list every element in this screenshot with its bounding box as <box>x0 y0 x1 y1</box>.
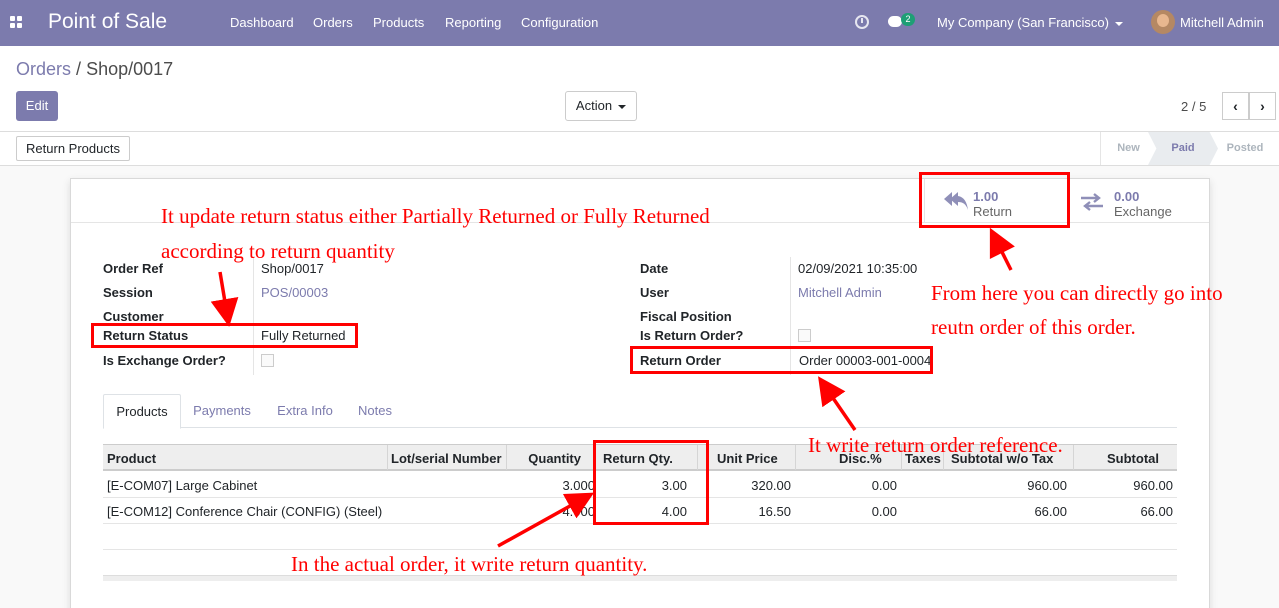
state-new[interactable]: New <box>1100 132 1156 165</box>
is-exchange-label: Is Exchange Order? <box>103 353 226 368</box>
status-bar: Return Products New Paid Posted <box>0 132 1279 166</box>
action-dropdown[interactable]: Action <box>565 91 637 121</box>
menu-orders[interactable]: Orders <box>313 15 353 30</box>
chat-count-badge: 2 <box>901 13 915 26</box>
action-label: Action <box>575 98 613 113</box>
user-label: User <box>640 285 669 300</box>
company-switcher[interactable]: My Company (San Francisco) <box>937 15 1123 30</box>
annotation-ref-note: It write return order reference. <box>808 433 1063 457</box>
avatar[interactable] <box>1151 10 1175 34</box>
breadcrumb-separator: / <box>76 59 82 79</box>
state-paid[interactable]: Paid <box>1148 132 1218 165</box>
company-name: My Company (San Francisco) <box>937 15 1109 30</box>
annotation-box-return-status <box>91 323 358 348</box>
top-navbar: Point of Sale Dashboard Orders Products … <box>0 0 1279 46</box>
fiscal-position-label: Fiscal Position <box>640 309 732 324</box>
cell-unit-price: 16.50 <box>758 504 791 519</box>
chevron-down-icon <box>618 104 627 109</box>
session-label: Session <box>103 285 153 300</box>
chevron-down-icon <box>1114 21 1123 26</box>
activity-clock-icon[interactable] <box>855 15 869 29</box>
control-panel: Orders / Shop/0017 Edit Action 2 / 5 ‹ › <box>0 46 1279 132</box>
tab-products[interactable]: Products <box>103 394 181 429</box>
notebook-tabs: Products Payments Extra Info Notes <box>103 394 1177 429</box>
is-exchange-checkbox[interactable] <box>261 354 274 367</box>
field-separator <box>253 257 254 375</box>
col-product[interactable]: Product <box>107 451 156 466</box>
user-link[interactable]: Mitchell Admin <box>798 285 882 300</box>
annotation-smart-line2: reutn order of this order. <box>931 315 1136 339</box>
session-link[interactable]: POS/00003 <box>261 285 328 300</box>
annotation-status-line2: according to return quantity <box>161 239 395 263</box>
apps-menu-icon[interactable] <box>10 16 23 29</box>
annotation-box-return-qty <box>593 440 709 525</box>
date-label: Date <box>640 261 669 276</box>
pager-previous-button[interactable]: ‹ <box>1222 92 1249 120</box>
empty-row <box>103 524 1177 550</box>
column-divider <box>1073 445 1074 470</box>
menu-reporting[interactable]: Reporting <box>445 15 501 30</box>
date-value: 02/09/2021 10:35:00 <box>798 261 918 276</box>
customer-label: Customer <box>103 309 164 324</box>
annotation-box-return-order <box>630 346 933 374</box>
column-divider <box>387 445 388 470</box>
cell-subtotal: 66.00 <box>1140 504 1173 519</box>
user-menu[interactable]: Mitchell Admin <box>1180 15 1264 30</box>
cell-subtotal-wo-tax: 960.00 <box>1027 478 1067 493</box>
cell-unit-price: 320.00 <box>751 478 791 493</box>
is-return-checkbox[interactable] <box>798 329 811 342</box>
exchange-smart-button[interactable]: 0.00 Exchange <box>1067 179 1210 223</box>
tab-extra-info[interactable]: Extra Info <box>267 394 343 428</box>
pager-value: 2 / 5 <box>1181 99 1207 114</box>
col-lot-serial[interactable]: Lot/serial Number <box>391 451 502 466</box>
state-posted[interactable]: Posted <box>1213 132 1277 165</box>
cell-subtotal: 960.00 <box>1133 478 1173 493</box>
pager-next-button[interactable]: › <box>1249 92 1276 120</box>
exchange-label: Exchange <box>1114 204 1172 219</box>
chat-icon[interactable] <box>888 16 902 27</box>
cell-product: [E-COM07] Large Cabinet <box>107 478 258 493</box>
exchange-icon <box>1081 193 1103 211</box>
is-return-label: Is Return Order? <box>640 328 744 343</box>
menu-configuration[interactable]: Configuration <box>521 15 598 30</box>
cell-subtotal-wo-tax: 66.00 <box>1034 504 1067 519</box>
annotation-box-return-button <box>919 172 1070 228</box>
cell-product: [E-COM12] Conference Chair (CONFIG) (Ste… <box>107 504 383 519</box>
exchange-count: 0.00 <box>1114 189 1140 204</box>
return-products-button[interactable]: Return Products <box>16 136 130 161</box>
cell-discount: 0.00 <box>871 478 897 493</box>
menu-dashboard[interactable]: Dashboard <box>230 15 294 30</box>
tab-payments[interactable]: Payments <box>183 394 261 428</box>
breadcrumb: Orders / Shop/0017 <box>16 59 173 80</box>
col-quantity[interactable]: Quantity <box>528 451 581 466</box>
annotation-status-line1: It update return status either Partially… <box>161 204 710 228</box>
col-subtotal[interactable]: Subtotal <box>1107 451 1159 466</box>
menu-products[interactable]: Products <box>373 15 424 30</box>
edit-button[interactable]: Edit <box>16 91 58 121</box>
col-unit-price[interactable]: Unit Price <box>717 451 778 466</box>
annotation-smart-line1: From here you can directly go into <box>931 281 1223 305</box>
annotation-qty-note: In the actual order, it write return qua… <box>291 552 648 576</box>
cell-quantity: 3.000 <box>562 478 595 493</box>
cell-discount: 0.00 <box>871 504 897 519</box>
order-ref-label: Order Ref <box>103 261 163 276</box>
column-divider <box>795 445 796 470</box>
column-divider <box>506 445 507 470</box>
tab-notes[interactable]: Notes <box>349 394 401 428</box>
breadcrumb-current: Shop/0017 <box>86 59 174 79</box>
cell-quantity: 4.000 <box>562 504 595 519</box>
app-title: Point of Sale <box>48 10 168 33</box>
breadcrumb-orders-link[interactable]: Orders <box>16 59 71 79</box>
